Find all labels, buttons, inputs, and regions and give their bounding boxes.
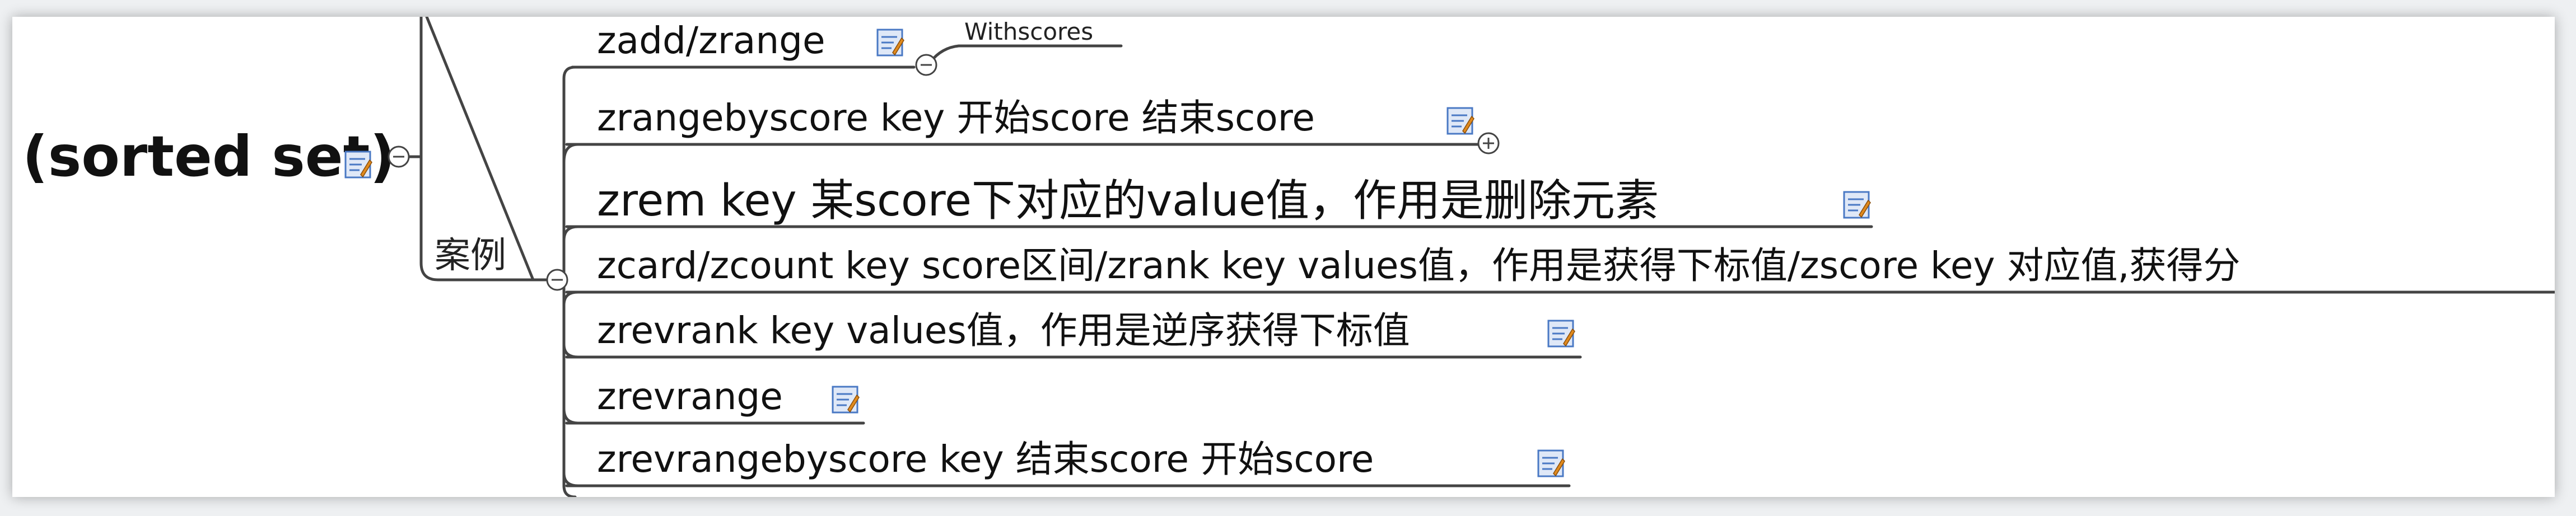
collapse-minus-icon[interactable] <box>914 53 939 77</box>
note-edit-icon[interactable] <box>344 150 373 179</box>
collapse-minus-icon[interactable] <box>545 268 570 292</box>
note-edit-icon[interactable] <box>1842 190 1872 219</box>
item-node-2[interactable]: zrem key 某score下对应的value值，作用是删除元素 <box>597 179 1659 223</box>
item-node-1[interactable]: zrangebyscore key 开始score 结束score <box>597 100 1315 137</box>
item-node-5[interactable]: zrevrange <box>597 378 783 415</box>
root-node[interactable]: (sorted set) <box>22 129 395 185</box>
item-node-3[interactable]: zcard/zcount key score区间/zrank key value… <box>597 247 2241 284</box>
note-edit-icon[interactable] <box>876 28 905 57</box>
note-edit-icon[interactable] <box>1537 449 1566 478</box>
category-node[interactable]: 案例 <box>435 238 506 274</box>
item-node-0[interactable]: zadd/zrange <box>597 22 825 59</box>
item-node-6[interactable]: zrevrangebyscore key 结束score 开始score <box>597 441 1374 478</box>
expand-plus-icon[interactable] <box>1476 131 1501 156</box>
attribute-connector <box>929 44 1123 63</box>
note-edit-icon[interactable] <box>831 385 860 414</box>
attribute-node[interactable]: Withscores <box>964 20 1093 44</box>
note-edit-icon[interactable] <box>1446 106 1475 135</box>
item-node-4[interactable]: zrevrank key values值，作用是逆序获得下标值 <box>597 312 1410 349</box>
mind-map-canvas: (sorted set) 案例 zadd/zrange Withscores z… <box>12 17 2555 497</box>
note-edit-icon[interactable] <box>1547 319 1576 348</box>
collapse-minus-icon[interactable] <box>386 144 411 169</box>
items-trunk-lower <box>562 278 577 497</box>
